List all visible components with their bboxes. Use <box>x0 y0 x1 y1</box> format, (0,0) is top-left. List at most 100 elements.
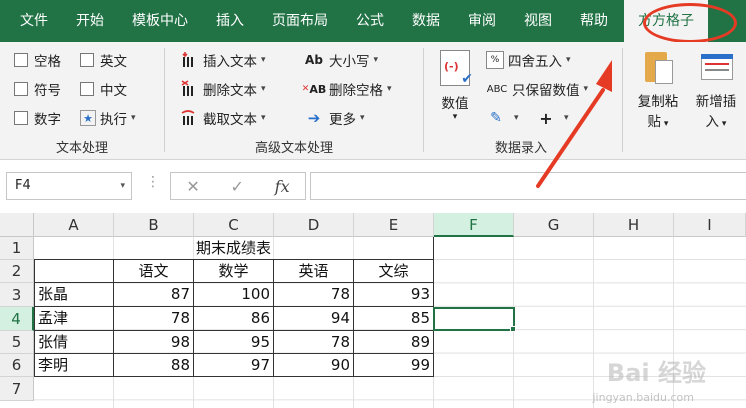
checkbox-icon[interactable] <box>80 53 94 67</box>
column-header-d[interactable]: D <box>274 213 354 237</box>
abc-icon: ABC <box>486 83 508 95</box>
copy-paste-button[interactable]: 复制粘 贴 ▾ <box>632 48 684 130</box>
table-cell[interactable]: 孟津 <box>34 307 114 331</box>
delete-space-button[interactable]: ✕ AB 删除空格 ▾ <box>302 79 392 100</box>
cancel-icon[interactable]: ✕ <box>186 177 199 196</box>
name-box[interactable]: F4 ▾ <box>6 172 132 200</box>
menu-review[interactable]: 审阅 <box>454 0 510 42</box>
checkbox-icon[interactable] <box>14 53 28 67</box>
confirm-icon[interactable]: ✓ <box>231 177 244 196</box>
delete-text-button[interactable]: 删除文本 ▾ <box>179 79 266 99</box>
checkbox-icon[interactable] <box>14 82 28 96</box>
row-header-2[interactable]: 2 <box>0 260 34 283</box>
table-cell[interactable]: 89 <box>354 331 434 354</box>
row-header-5[interactable]: 5 <box>0 331 34 354</box>
table-cell[interactable]: 90 <box>274 354 354 377</box>
execute-button[interactable]: ★ 执行 ▾ <box>80 108 136 128</box>
chevron-down-icon[interactable]: ▾ <box>120 173 125 199</box>
menu-help[interactable]: 帮助 <box>566 0 622 42</box>
menu-home[interactable]: 开始 <box>62 0 118 42</box>
column-header-a[interactable]: A <box>34 213 114 237</box>
table-cell[interactable]: 100 <box>194 283 274 307</box>
column-header-b[interactable]: B <box>114 213 194 237</box>
table-header-cell[interactable]: 语文 <box>114 260 194 283</box>
table-cell[interactable]: 86 <box>194 307 274 331</box>
table-cell[interactable]: 95 <box>194 331 274 354</box>
table-cell[interactable]: 张晶 <box>34 283 114 307</box>
new-insert-button[interactable]: 新增插 入 ▾ <box>690 48 742 130</box>
row-header-4[interactable]: 4 <box>0 307 34 331</box>
more-button[interactable]: ➔ 更多 ▾ <box>303 108 365 128</box>
chevron-down-icon: ▾ <box>131 113 136 123</box>
chevron-down-icon: ▾ <box>261 113 266 123</box>
menu-view[interactable]: 视图 <box>510 0 566 42</box>
edit-button[interactable]: ✎ ▾ <box>486 108 518 128</box>
group-label-text: 文本处理 <box>55 141 108 156</box>
menu-template-center[interactable]: 模板中心 <box>118 0 202 42</box>
group-label-data: 数据录入 <box>494 141 547 156</box>
checkbox-icon[interactable] <box>80 82 94 96</box>
clipboard-icon <box>643 48 673 84</box>
check-number[interactable]: 数字 <box>14 108 61 128</box>
value-button[interactable]: (-) ✔ 数值 ▾ <box>434 50 476 122</box>
check-chinese[interactable]: 中文 <box>80 79 127 99</box>
fx-icon[interactable]: fx <box>275 177 290 196</box>
divider <box>622 48 623 152</box>
ribbon: 空格 英文 符号 中文 数字 ★ 执行 ▾ 文本处理 插入文本 ▾ 删除文本 ▾ 截取… <box>0 42 746 160</box>
menu-insert[interactable]: 插入 <box>202 0 258 42</box>
check-symbol[interactable]: 符号 <box>14 79 61 99</box>
table-cell[interactable]: 94 <box>274 307 354 331</box>
letter-case-icon: Ab <box>305 53 323 67</box>
table-cell[interactable]: 93 <box>354 283 434 307</box>
round-button[interactable]: % 四舍五入 ▾ <box>486 50 571 70</box>
table-cell[interactable]: 98 <box>114 331 194 354</box>
column-header-f[interactable]: F <box>434 213 514 237</box>
insert-text-button[interactable]: 插入文本 ▾ <box>179 50 266 70</box>
menu-formulas[interactable]: 公式 <box>342 0 398 42</box>
formula-input[interactable] <box>310 172 746 200</box>
extract-text-button[interactable]: 截取文本 ▾ <box>179 108 266 128</box>
column-header-g[interactable]: G <box>514 213 594 237</box>
table-cell[interactable]: 78 <box>274 283 354 307</box>
fill-handle[interactable] <box>510 326 516 332</box>
column-header-h[interactable]: H <box>594 213 674 237</box>
plus-button[interactable]: + ▾ <box>536 108 568 128</box>
table-cell[interactable]: 99 <box>354 354 434 377</box>
watermark-url: jingyan.baidu.com <box>592 391 694 404</box>
checkbox-icon[interactable] <box>14 111 28 125</box>
table-cell[interactable]: 97 <box>194 354 274 377</box>
row-header-6[interactable]: 6 <box>0 354 34 377</box>
table-cell[interactable] <box>34 260 114 283</box>
table-cell[interactable]: 张倩 <box>34 331 114 354</box>
row-header-7[interactable]: 7 <box>0 377 34 401</box>
menu-file[interactable]: 文件 <box>0 0 62 42</box>
chevron-down-icon: ▾ <box>373 55 379 65</box>
drag-handle-icon[interactable]: ⋮ <box>146 174 160 190</box>
keep-value-button[interactable]: ABC 只保留数值 ▾ <box>486 79 588 99</box>
table-cell[interactable]: 78 <box>114 307 194 331</box>
column-header-e[interactable]: E <box>354 213 434 237</box>
row-header-1[interactable]: 1 <box>0 237 34 260</box>
menu-data[interactable]: 数据 <box>398 0 454 42</box>
table-title[interactable]: 期末成绩表 <box>34 237 434 260</box>
column-header-c[interactable]: C <box>194 213 274 237</box>
menu-bar: 文件 开始 模板中心 插入 页面布局 公式 数据 审阅 视图 帮助 方方格子 <box>0 0 746 42</box>
case-button[interactable]: Ab 大小写 ▾ <box>303 50 378 70</box>
table-cell[interactable]: 85 <box>354 307 434 331</box>
check-english[interactable]: 英文 <box>80 50 127 70</box>
arrow-right-icon: ➔ <box>307 109 321 127</box>
tab-fangfanggezi[interactable]: 方方格子 <box>624 0 708 42</box>
table-cell[interactable]: 李明 <box>34 354 114 377</box>
menu-page-layout[interactable]: 页面布局 <box>258 0 342 42</box>
check-space[interactable]: 空格 <box>14 50 61 70</box>
row-header-3[interactable]: 3 <box>0 283 34 307</box>
select-all-corner[interactable] <box>0 213 34 237</box>
group-text-processing: 空格 英文 符号 中文 数字 ★ 执行 ▾ 文本处理 <box>0 42 164 160</box>
table-cell[interactable]: 78 <box>274 331 354 354</box>
table-cell[interactable]: 87 <box>114 283 194 307</box>
table-header-cell[interactable]: 英语 <box>274 260 354 283</box>
column-header-i[interactable]: I <box>674 213 746 237</box>
table-header-cell[interactable]: 数学 <box>194 260 274 283</box>
table-cell[interactable]: 88 <box>114 354 194 377</box>
table-header-cell[interactable]: 文综 <box>354 260 434 283</box>
